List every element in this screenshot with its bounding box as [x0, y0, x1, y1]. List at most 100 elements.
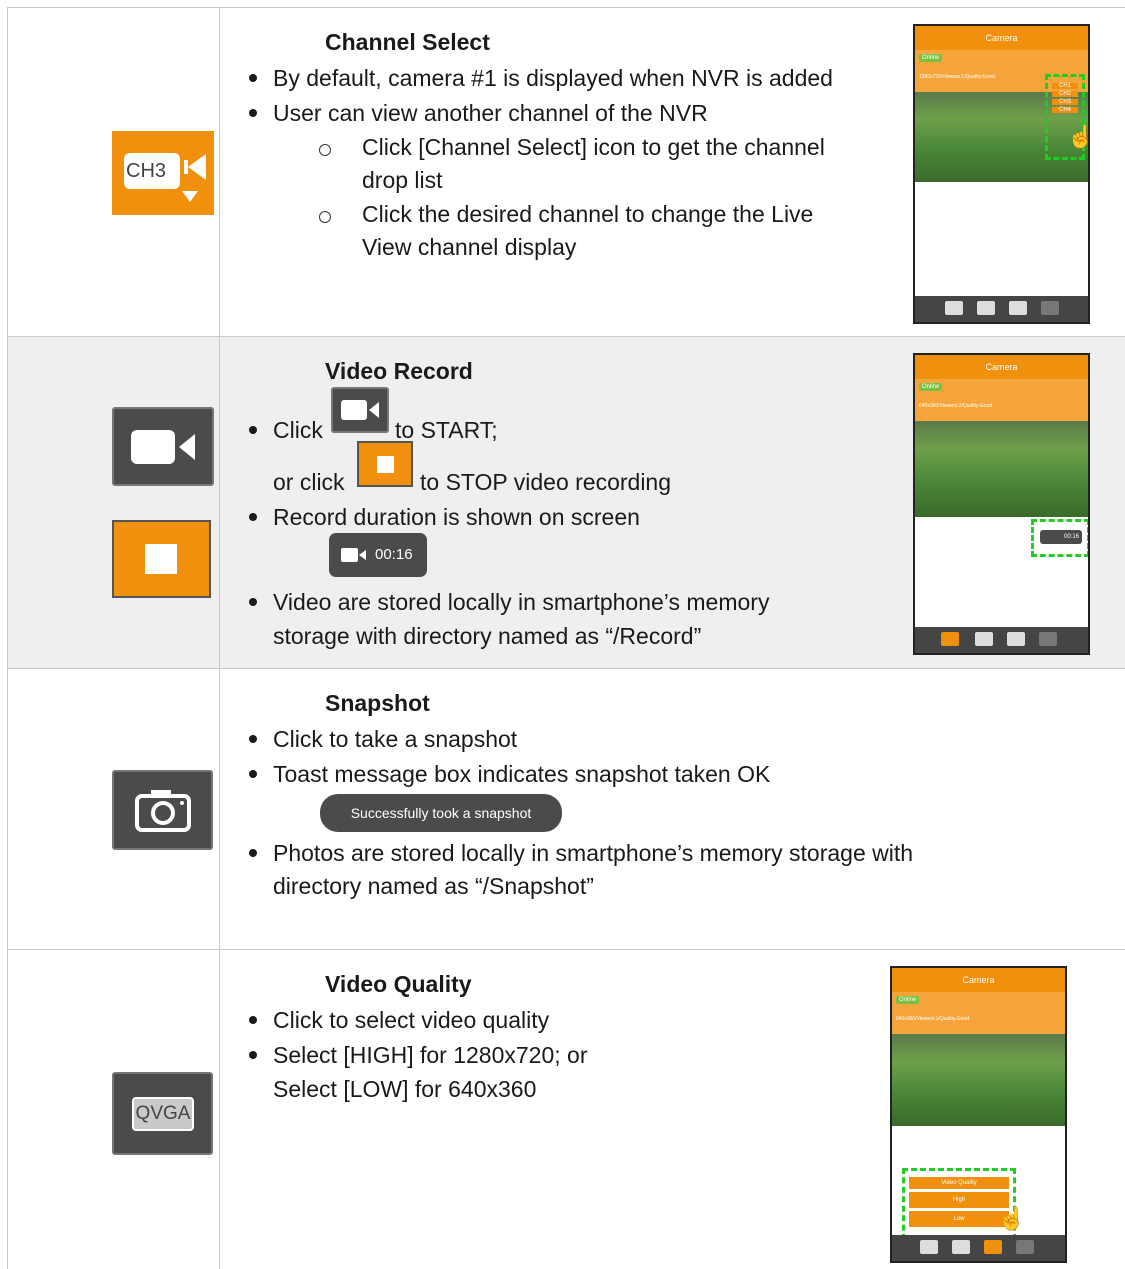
bullet-text: Toast message box indicates snapshot tak… — [273, 761, 771, 787]
video-camera-icon — [131, 430, 195, 464]
channel-list: CH1 CH2 CH3 CH4 — [1052, 83, 1078, 113]
camera-icon — [952, 1240, 970, 1254]
section-title: Channel Select — [325, 29, 490, 55]
quality-option-low[interactable]: Low — [909, 1211, 1009, 1227]
status-bar: Online 640x360/Viewers:1/Quality:Good — [892, 992, 1065, 1034]
video-record-start-icon[interactable] — [112, 407, 214, 486]
video-record-stop-icon[interactable] — [112, 520, 211, 598]
column-divider — [219, 8, 220, 337]
sub-bullet-text: Click the desired channel to change the … — [362, 201, 814, 227]
table-border — [7, 337, 8, 669]
stop-icon — [941, 632, 959, 646]
snapshot-icon[interactable] — [112, 770, 213, 850]
live-video — [915, 421, 1088, 517]
app-header: Camera — [892, 968, 1065, 992]
bullet-text: Select [LOW] for 640x360 — [273, 1076, 537, 1102]
phone-toolbar — [915, 627, 1088, 653]
pointer-hand-icon: ☝ — [1067, 124, 1088, 150]
column-divider — [219, 950, 220, 1269]
audio-icon — [1016, 1240, 1034, 1254]
camera-icon — [977, 301, 995, 315]
bullet-text: User can view another channel of the NVR — [273, 100, 708, 126]
record-timer-pill: 00:16 — [329, 533, 427, 577]
sub-bullet-text: View channel display — [362, 234, 577, 260]
record-icon — [920, 1240, 938, 1254]
bullet-text: Click to select video quality — [273, 1007, 550, 1033]
bullet-dot — [249, 109, 257, 117]
bullet-text: Record duration is shown on screen — [273, 504, 640, 530]
table-border — [7, 8, 8, 337]
qvga-badge: QVGA — [132, 1097, 194, 1131]
online-badge: Online — [896, 996, 920, 1004]
channel-item[interactable]: CH1 — [1052, 83, 1078, 89]
sub-bullet-circle — [319, 211, 331, 223]
bullet-text: storage with directory named as “/Record… — [273, 623, 702, 649]
stream-info: 640x360/Viewers:2/Quality:Good — [919, 403, 993, 409]
bullet-text: By default, camera #1 is displayed when … — [273, 65, 833, 91]
phone-screenshot: Camera Online 640x360/Viewers:1/Quality:… — [890, 966, 1067, 1263]
bullet-text: to STOP video recording — [420, 469, 672, 495]
bullet-dot — [249, 426, 257, 434]
video-quality-icon[interactable]: QVGA — [112, 1072, 213, 1155]
quality-menu: Video Quality High Low — [909, 1177, 1009, 1227]
channel-item[interactable]: CH4 — [1052, 107, 1078, 113]
chevron-down-icon — [182, 191, 198, 202]
camera-triangle-icon — [184, 154, 206, 180]
video-camera-icon — [341, 400, 379, 420]
quality-icon — [1007, 632, 1025, 646]
row-snapshot: Snapshot Click to take a snapshot Toast … — [7, 668, 1125, 950]
bullet-dot — [249, 1051, 257, 1059]
quality-icon — [984, 1240, 1002, 1254]
sub-bullet-circle — [319, 144, 331, 156]
record-icon — [945, 301, 963, 315]
audio-icon — [1041, 301, 1059, 315]
bullet-dot — [249, 74, 257, 82]
bullet-dot — [249, 735, 257, 743]
table-border — [7, 950, 8, 1269]
quality-icon — [1009, 301, 1027, 315]
app-header: Camera — [915, 26, 1088, 50]
channel-item[interactable]: CH3 — [1052, 99, 1078, 105]
stop-square-icon — [145, 544, 177, 574]
record-timer-mini: 00:16 — [1040, 530, 1082, 544]
bullet-text: directory named as “/Snapshot” — [273, 873, 594, 899]
phone-toolbar — [892, 1235, 1065, 1261]
bullet-dot — [249, 849, 257, 857]
quality-option-high[interactable]: High — [909, 1192, 1009, 1208]
camera-icon — [975, 632, 993, 646]
stream-info: 1280x720/Viewers:1/Quality:Good — [919, 74, 995, 80]
stream-info: 640x360/Viewers:1/Quality:Good — [896, 1016, 970, 1022]
section-title: Video Record — [325, 358, 473, 384]
channel-select-icon[interactable]: CH3 — [112, 131, 214, 215]
status-bar: Online 640x360/Viewers:2/Quality:Good — [915, 379, 1088, 421]
row-video-record: Video Record Click to START; or click to… — [7, 336, 1125, 669]
inline-stop-icon — [357, 441, 413, 487]
bullet-dot — [249, 513, 257, 521]
quality-menu-title: Video Quality — [909, 1177, 1009, 1189]
video-camera-icon — [341, 548, 366, 562]
sub-bullet-text: Click [Channel Select] icon to get the c… — [362, 134, 825, 160]
phone-screenshot: Camera Online 640x360/Viewers:2/Quality:… — [913, 353, 1090, 655]
inline-record-icon — [331, 387, 389, 433]
row-video-quality: QVGA Video Quality Click to select video… — [7, 949, 1125, 1269]
bullet-text: Photos are stored locally in smartphone’… — [273, 840, 914, 866]
section-title: Snapshot — [325, 690, 430, 716]
bullet-dot — [249, 598, 257, 606]
row-channel-select: CH3 Channel Select By default, camera #1… — [7, 7, 1125, 337]
bullet-text: or click — [273, 469, 345, 495]
channel-item[interactable]: CH2 — [1052, 91, 1078, 97]
phone-screenshot: Camera Online 1280x720/Viewers:1/Quality… — [913, 24, 1090, 324]
bullet-dot — [249, 1016, 257, 1024]
bullet-text: Click — [273, 417, 323, 443]
online-badge: Online — [919, 383, 943, 391]
bullet-dot — [249, 770, 257, 778]
bullet-text: Click to take a snapshot — [273, 726, 518, 752]
column-divider — [219, 337, 220, 669]
channel-select-icon-label: CH3 — [126, 160, 167, 182]
app-header: Camera — [915, 355, 1088, 379]
online-badge: Online — [919, 54, 943, 62]
camera-icon — [135, 790, 191, 832]
pointer-hand-icon: ☝ — [998, 1206, 1026, 1231]
sub-bullet-text: drop list — [362, 167, 443, 193]
bullet-text: Video are stored locally in smartphone’s… — [273, 589, 770, 615]
